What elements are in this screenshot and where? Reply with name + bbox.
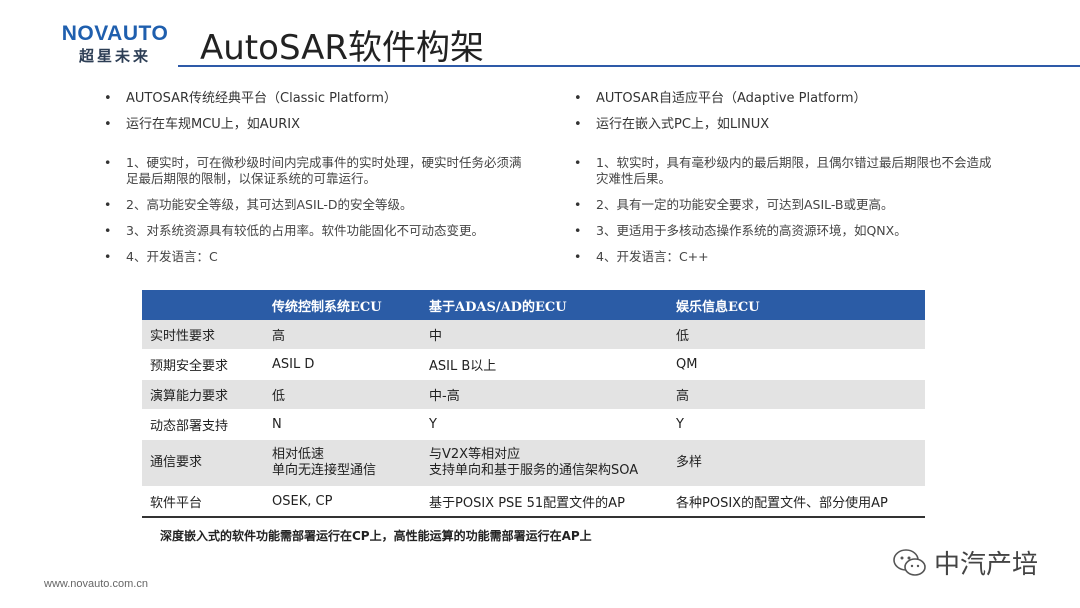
table-cell: Y — [668, 409, 925, 440]
table-row: 通信要求 相对低速 单向无连接型通信 与V2X等相对应 支持单向和基于服务的通信… — [142, 439, 925, 487]
table-cell: 高 — [264, 320, 421, 350]
table-row: 软件平台 OSEK, CP 基于POSIX PSE 51配置文件的AP 各种PO… — [142, 486, 925, 518]
table-cell: 各种POSIX的配置文件、部分使用AP — [668, 486, 925, 518]
table-cell: 中 — [421, 320, 668, 350]
table-bottom-rule — [142, 516, 925, 519]
ecu-comparison-table: 传统控制系统ECU 基于ADAS/AD的ECU 娱乐信息ECU 实时性要求 高 … — [142, 290, 925, 519]
detail-item: 2、具有一定的功能安全要求，可达到ASIL-B或更高。 — [574, 197, 994, 213]
table-cell: 与V2X等相对应 支持单向和基于服务的通信架构SOA — [421, 439, 668, 487]
slide-title: AutoSAR软件构架 — [200, 28, 485, 68]
table-cell: 预期安全要求 — [142, 349, 264, 380]
table-row: 预期安全要求 ASIL D ASIL B以上 QM — [142, 349, 925, 380]
table-cell: 中-高 — [421, 379, 668, 410]
table-cell: ASIL D — [264, 349, 421, 380]
bullet-item: 运行在嵌入式PC上，如LINUX — [574, 117, 994, 133]
footnote: 深度嵌入式的软件功能需部署运行在CP上，高性能运算的功能需部署运行在AP上 — [160, 529, 592, 543]
table-cell: 基于POSIX PSE 51配置文件的AP — [421, 486, 668, 518]
table-header-row: 传统控制系统ECU 基于ADAS/AD的ECU 娱乐信息ECU — [142, 290, 925, 320]
table-cell: 软件平台 — [142, 486, 264, 518]
table-header-cell — [142, 290, 264, 320]
table-cell: 动态部署支持 — [142, 409, 264, 440]
table-header-cell: 传统控制系统ECU — [264, 290, 421, 320]
table-cell: 相对低速 单向无连接型通信 — [264, 439, 421, 487]
bullet-item: AUTOSAR自适应平台（Adaptive Platform） — [574, 91, 994, 107]
table-cell: 多样 — [668, 439, 925, 487]
table-row: 演算能力要求 低 中-高 高 — [142, 379, 925, 410]
detail-item: 3、对系统资源具有较低的占用率。软件功能固化不可动态变更。 — [104, 223, 524, 239]
table-cell: 低 — [668, 320, 925, 350]
table-header-cell: 娱乐信息ECU — [668, 290, 925, 320]
classic-platform-column: AUTOSAR传统经典平台（Classic Platform） 运行在车规MCU… — [104, 91, 524, 265]
table-cell: 低 — [264, 379, 421, 410]
table-row: 动态部署支持 N Y Y — [142, 409, 925, 440]
table-cell: QM — [668, 349, 925, 380]
table-row: 实时性要求 高 中 低 — [142, 320, 925, 350]
logo-english: NOVAUTO — [61, 22, 169, 45]
table-cell: 实时性要求 — [142, 320, 264, 350]
table-cell: OSEK, CP — [264, 486, 421, 518]
detail-item: 1、硬实时，可在微秒级时间内完成事件的实时处理，硬实时任务必须满足最后期限的限制… — [104, 155, 524, 187]
table-cell: N — [264, 409, 421, 440]
table-header-cell: 基于ADAS/AD的ECU — [421, 290, 668, 320]
table-cell: Y — [421, 409, 668, 440]
adaptive-platform-column: AUTOSAR自适应平台（Adaptive Platform） 运行在嵌入式PC… — [574, 91, 994, 265]
detail-item: 4、开发语言：C — [104, 249, 524, 265]
detail-item: 3、更适用于多核动态操作系统的高资源环境，如QNX。 — [574, 223, 994, 239]
detail-item: 2、高功能安全等级，其可达到ASIL-D的安全等级。 — [104, 197, 524, 213]
brand-logo: NOVAUTO 超星未来 — [60, 22, 170, 66]
watermark: 中汽产培 — [892, 544, 1038, 581]
title-underline — [178, 65, 1080, 67]
watermark-text: 中汽产培 — [934, 550, 1039, 580]
website-url: www.novauto.com.cn — [44, 578, 148, 590]
table-cell: 通信要求 — [142, 439, 264, 487]
bullet-item: 运行在车规MCU上，如AURIX — [104, 117, 524, 133]
table-cell: 高 — [668, 379, 925, 410]
wechat-icon — [893, 548, 926, 576]
table-cell: ASIL B以上 — [421, 349, 668, 380]
detail-item: 4、开发语言：C++ — [574, 249, 994, 265]
bullet-item: AUTOSAR传统经典平台（Classic Platform） — [104, 91, 524, 107]
detail-item: 1、软实时，具有毫秒级内的最后期限，且偶尔错过最后期限也不会造成灾难性后果。 — [574, 155, 994, 187]
table-cell: 演算能力要求 — [142, 379, 264, 410]
logo-chinese: 超星未来 — [78, 47, 151, 65]
